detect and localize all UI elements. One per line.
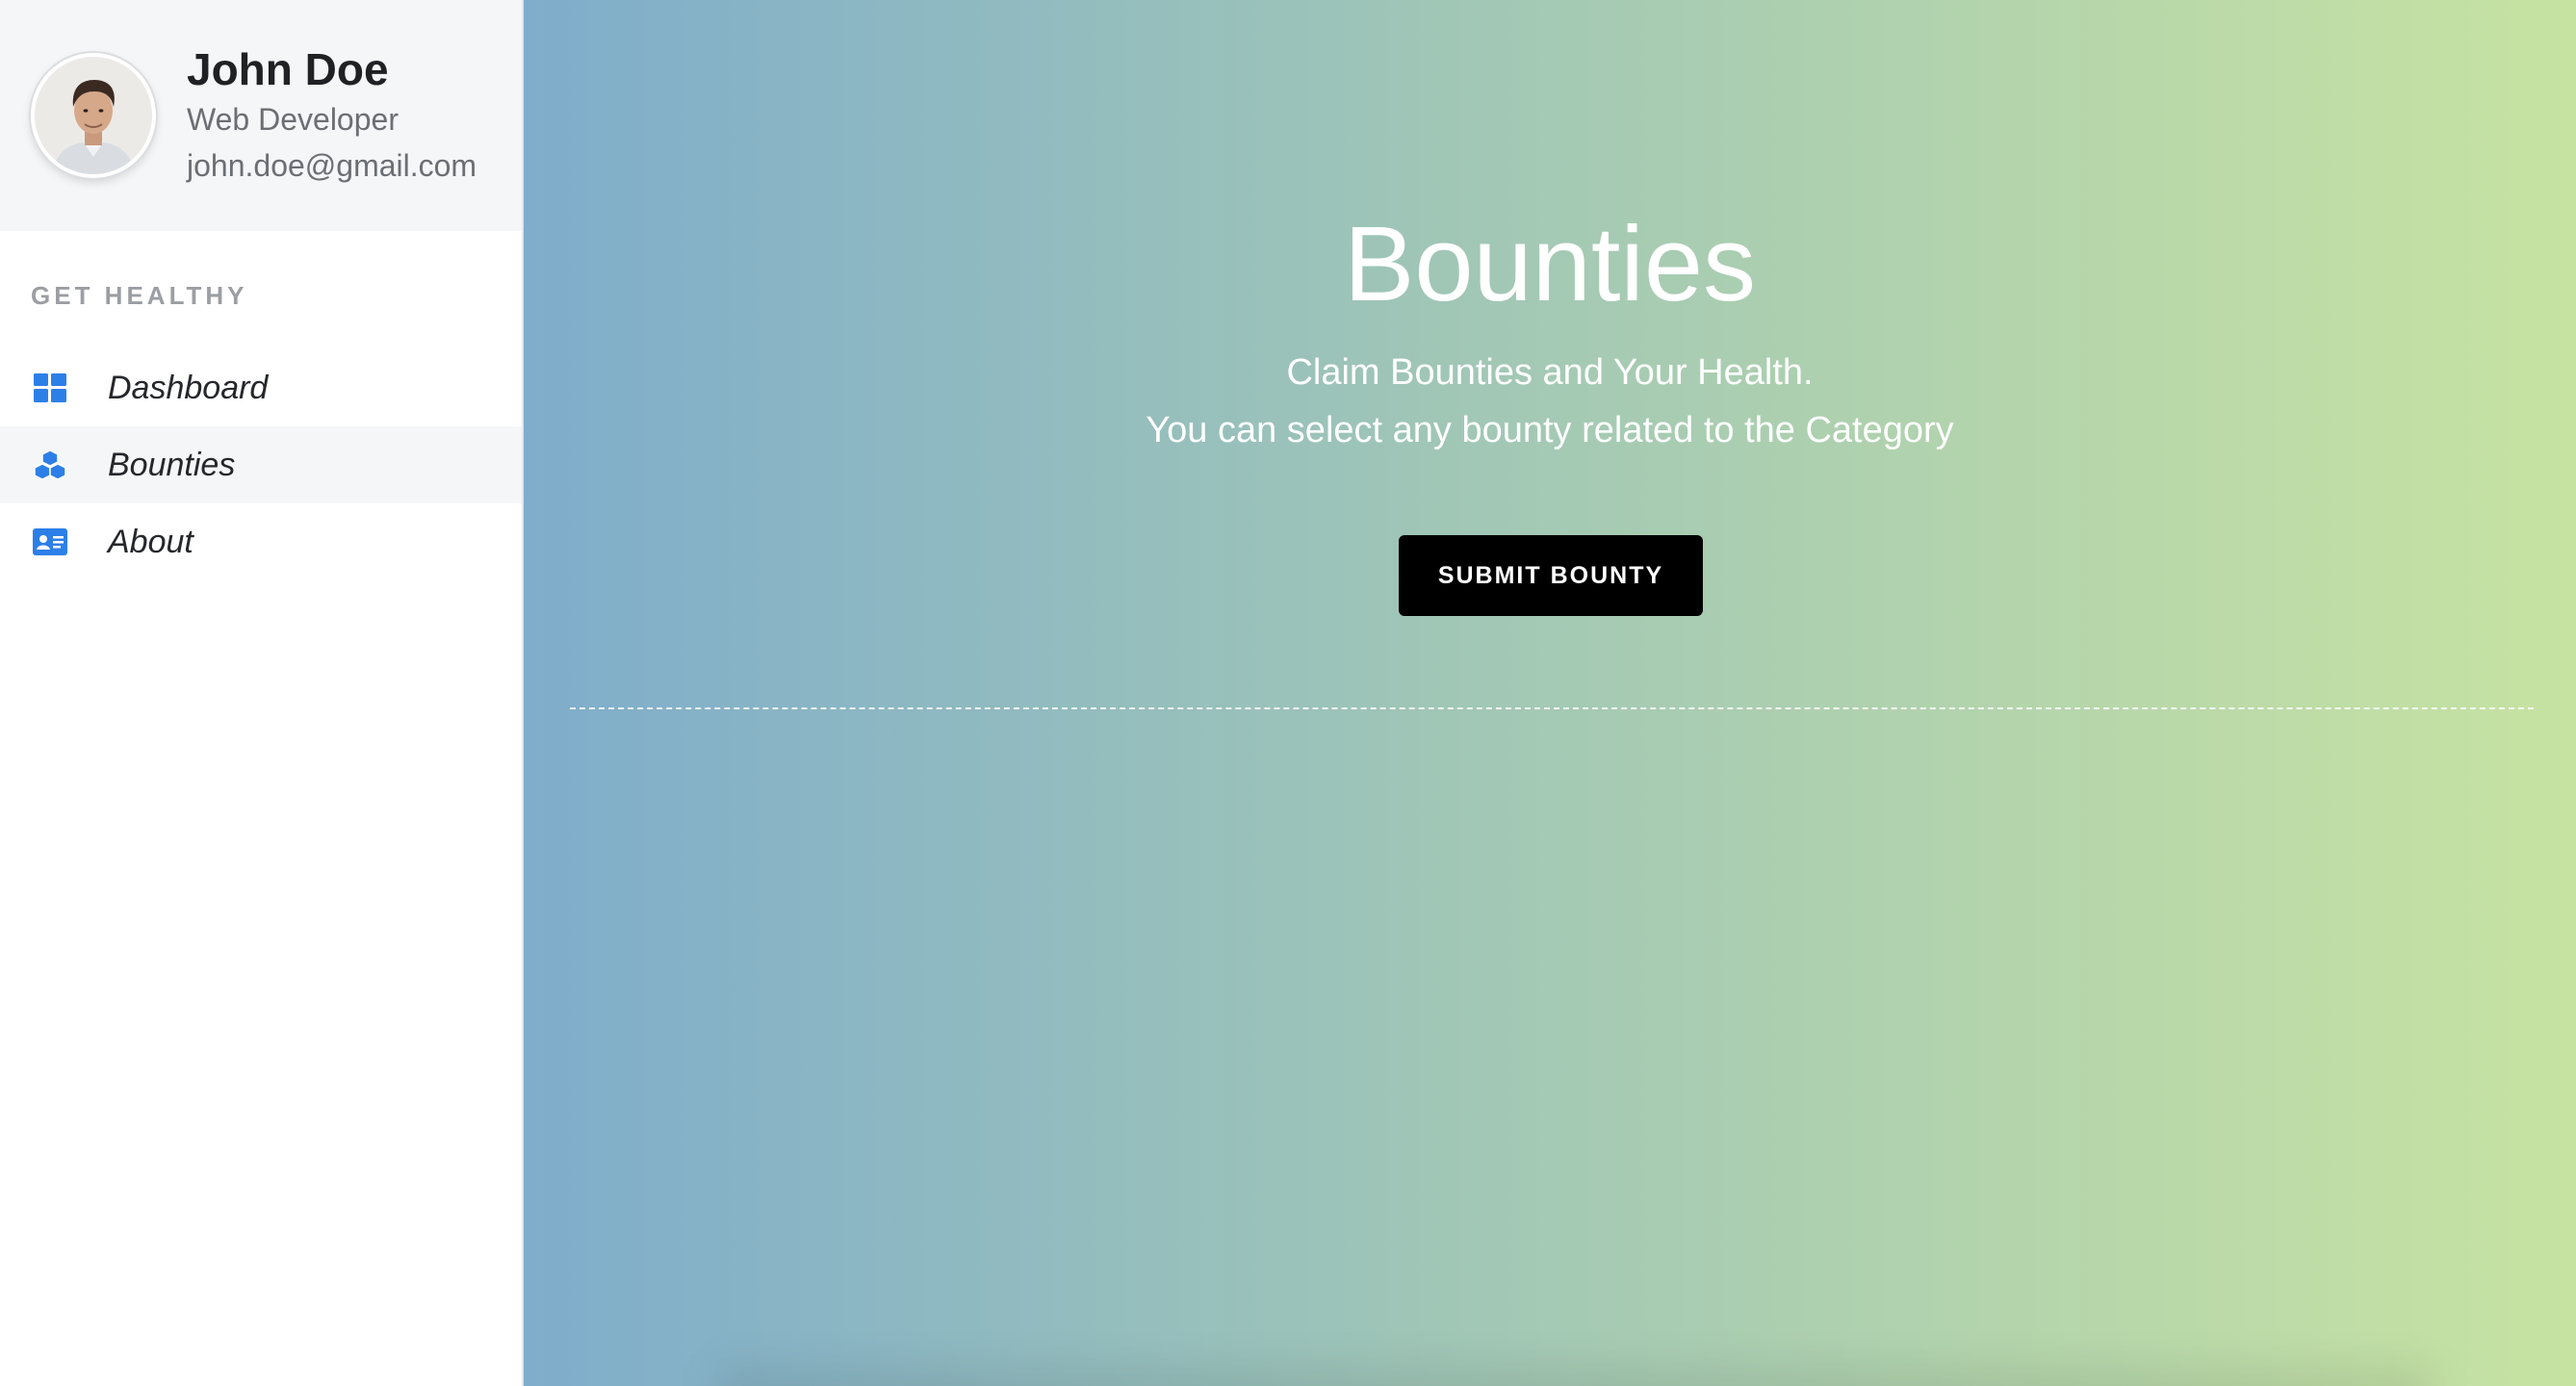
sidebar-item-label: About bbox=[108, 523, 193, 560]
sidebar-nav: Dashboard Bounties About bbox=[0, 349, 522, 580]
profile-card: John Doe Web Developer john.doe@gmail.co… bbox=[0, 0, 522, 231]
subtitle-line-2: You can select any bounty related to the… bbox=[1146, 410, 1954, 450]
hero: Bounties Claim Bounties and Your Health.… bbox=[524, 197, 2576, 459]
sidebar-item-label: Bounties bbox=[108, 446, 236, 483]
main-content: Bounties Claim Bounties and Your Health.… bbox=[524, 0, 2576, 1386]
sidebar-item-label: Dashboard bbox=[108, 369, 269, 406]
submit-bounty-button[interactable]: SUBMIT BOUNTY bbox=[1399, 535, 1703, 616]
sidebar-item-about[interactable]: About bbox=[0, 503, 522, 580]
dashboard-grid-icon bbox=[33, 371, 67, 405]
profile-email: john.doe@gmail.com bbox=[187, 148, 477, 183]
page-subtitle: Claim Bounties and Your Health. You can … bbox=[524, 344, 2576, 459]
profile-role: Web Developer bbox=[187, 102, 399, 137]
profile-name: John Doe bbox=[187, 44, 389, 94]
subtitle-line-1: Claim Bounties and Your Health. bbox=[1286, 352, 1814, 393]
avatar-photo bbox=[35, 57, 152, 174]
sidebar-item-bounties[interactable]: Bounties bbox=[0, 426, 522, 503]
sidebar: John Doe Web Developer john.doe@gmail.co… bbox=[0, 0, 524, 1386]
id-card-icon bbox=[33, 525, 67, 559]
divider bbox=[570, 707, 2534, 709]
sidebar-item-dashboard[interactable]: Dashboard bbox=[0, 349, 522, 426]
app-root: John Doe Web Developer john.doe@gmail.co… bbox=[0, 0, 2576, 1386]
section-label: GET HEALTHY bbox=[31, 281, 248, 310]
bottom-shadow bbox=[716, 1367, 2432, 1386]
avatar[interactable] bbox=[31, 53, 156, 178]
cubes-icon bbox=[33, 448, 67, 482]
profile-info: John Doe Web Developer john.doe@gmail.co… bbox=[187, 42, 477, 189]
page-title: Bounties bbox=[1343, 205, 1757, 323]
